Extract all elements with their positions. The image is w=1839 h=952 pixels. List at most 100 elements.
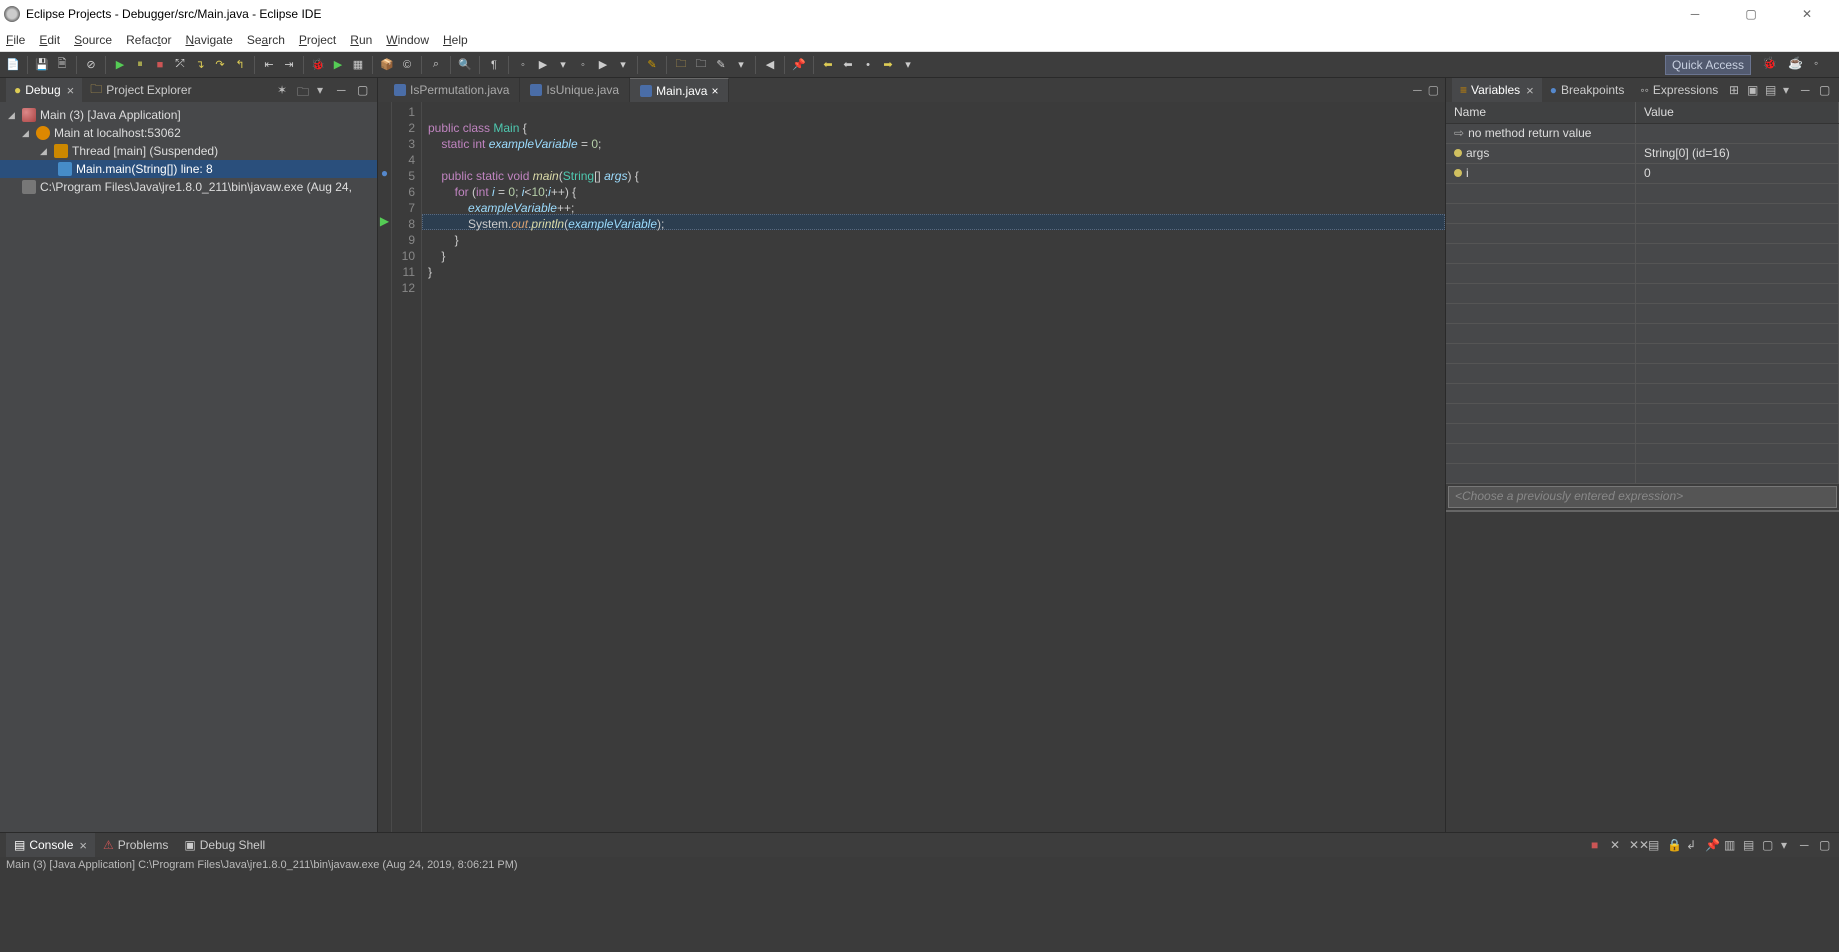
pin-icon[interactable]: 📌 [790,56,808,74]
twisty-icon[interactable]: ◢ [40,146,50,157]
maximize-icon[interactable]: ▢ [1819,83,1833,97]
prev-annotation-icon[interactable]: ◦ [514,56,532,74]
tab-project-explorer[interactable]: 🗀 Project Explorer [82,78,199,102]
folder-icon[interactable]: 🗀 [672,56,690,74]
prev-perspective-icon[interactable]: ◀ [761,56,779,74]
close-button[interactable]: ✕ [1789,2,1825,26]
tree-target[interactable]: Main at localhost:53062 [54,126,181,140]
perspective-more-icon[interactable]: ◦ [1814,56,1832,74]
wrap-icon[interactable]: ↲ [1686,838,1700,852]
remove-all-icon[interactable]: ✕✕ [1629,838,1643,852]
terminate-icon[interactable]: ■ [151,56,169,74]
dropdown-icon[interactable]: ▾ [1783,83,1797,97]
menu-file[interactable]: File [6,33,25,47]
variables-table[interactable]: Name Value ⇨no method return value args … [1446,102,1839,484]
run-icon[interactable]: ▶ [329,56,347,74]
editor-tab-ispermutation[interactable]: IsPermutation.java [384,78,520,102]
next-annotation-icon[interactable]: ▶ [534,56,552,74]
detail-pane[interactable] [1446,510,1839,832]
tree-exe[interactable]: C:\Program Files\Java\jre1.8.0_211\bin\j… [40,180,352,194]
tree-root[interactable]: Main (3) [Java Application] [40,108,181,122]
console-output[interactable] [0,877,1839,952]
minimize-icon[interactable]: ─ [1413,83,1422,97]
drop-frame-icon[interactable]: ⇤ [260,56,278,74]
save-icon[interactable]: 💾 [33,56,51,74]
new-package-icon[interactable]: 📦 [378,56,396,74]
new-console-icon[interactable]: ▢ [1762,838,1776,852]
perspective-java-icon[interactable]: ☕ [1788,56,1806,74]
expression-input[interactable]: <Choose a previously entered expression> [1448,486,1837,508]
menu-source[interactable]: Source [74,33,112,47]
skip-breakpoints-icon[interactable]: ⊘ [82,56,100,74]
minimize-icon[interactable]: ─ [1800,838,1814,852]
editor-tab-isunique[interactable]: IsUnique.java [520,78,630,102]
pin-console-icon[interactable]: 📌 [1705,838,1719,852]
scroll-lock-icon[interactable]: 🔒 [1667,838,1681,852]
tab-variables[interactable]: ≡ Variables × [1452,78,1542,102]
dropdown-icon[interactable]: ▾ [317,83,331,97]
maximize-icon[interactable]: ▢ [1819,838,1833,852]
breakpoint-icon[interactable]: ● [378,166,391,182]
debug-icon[interactable]: 🐞 [309,56,327,74]
drop2-icon[interactable]: ▾ [614,56,632,74]
menu-search[interactable]: Search [247,33,285,47]
fwd2-icon[interactable]: ➡ [879,56,897,74]
folder2-icon[interactable]: 🗀 [692,56,710,74]
pencil-icon[interactable]: ✎ [712,56,730,74]
menu-window[interactable]: Window [386,33,429,47]
step-over-icon[interactable]: ↷ [211,56,229,74]
menu-refactor[interactable]: Refactor [126,33,171,47]
new-class-icon[interactable]: © [398,56,416,74]
tab-problems[interactable]: ⚠ Problems [95,833,176,857]
collapse-icon[interactable]: ▣ [1747,83,1761,97]
maximize-icon[interactable]: ▢ [1428,83,1439,97]
drop3-icon[interactable]: ▾ [732,56,750,74]
link-icon[interactable]: 🗀 [297,83,311,97]
tab-debug[interactable]: ● Debug × [6,78,82,102]
debug-tree[interactable]: ◢ Main (3) [Java Application] ◢ Main at … [0,102,377,200]
suspend-icon[interactable]: ⏸ [131,56,149,74]
var-row[interactable]: ⇨no method return value [1446,124,1839,144]
display-icon[interactable]: ▥ [1724,838,1738,852]
stack-frame[interactable]: Main.main(String[]) line: 8 [0,160,377,178]
step-return-icon[interactable]: ↰ [231,56,249,74]
tab-expressions[interactable]: ◦◦ Expressions [1632,78,1726,102]
maximize-icon[interactable]: ▢ [357,83,371,97]
layout-icon[interactable]: ▤ [1765,83,1779,97]
close-icon[interactable]: × [711,84,718,98]
drop4-icon[interactable]: ▾ [899,56,917,74]
menu-help[interactable]: Help [443,33,468,47]
drop-icon[interactable]: ▾ [554,56,572,74]
var-row[interactable]: i 0 [1446,164,1839,184]
fwd-icon[interactable]: • [859,56,877,74]
disconnect-icon[interactable]: ⤱ [171,56,189,74]
marker-column[interactable]: ● ▶ [378,102,392,832]
twisty-icon[interactable]: ◢ [22,128,32,139]
col-value[interactable]: Value [1636,102,1839,123]
saveall-icon[interactable]: 🗎 [53,56,71,74]
code-editor[interactable]: ● ▶ 123456789101112 public class Main { … [378,102,1445,832]
view-menu-icon[interactable]: ✶ [277,83,291,97]
open-type-icon[interactable]: ⌕ [427,56,445,74]
close-icon[interactable]: × [67,83,75,98]
open-task-icon[interactable]: ✎ [643,56,661,74]
terminate-icon[interactable]: ■ [1591,838,1605,852]
minimize-icon[interactable]: ─ [337,83,351,97]
twisty-icon[interactable]: ◢ [8,110,18,121]
remove-launch-icon[interactable]: ✕ [1610,838,1624,852]
open-console-icon[interactable]: ▤ [1743,838,1757,852]
editor-tab-main[interactable]: Main.java × [630,78,729,102]
var-row[interactable]: args String[0] (id=16) [1446,144,1839,164]
back-icon[interactable]: ⬅ [819,56,837,74]
clear-icon[interactable]: ▤ [1648,838,1662,852]
close-icon[interactable]: × [1526,83,1534,98]
coverage-icon[interactable]: ▦ [349,56,367,74]
col-name[interactable]: Name [1446,102,1636,123]
menu-edit[interactable]: Edit [39,33,60,47]
resume-icon[interactable]: ▶ [111,56,129,74]
step-filter-icon[interactable]: ⇥ [280,56,298,74]
close-icon[interactable]: × [79,838,87,853]
step-into-icon[interactable]: ↴ [191,56,209,74]
prev-edit-icon[interactable]: ◦ [574,56,592,74]
toggle-mark-icon[interactable]: ¶ [485,56,503,74]
